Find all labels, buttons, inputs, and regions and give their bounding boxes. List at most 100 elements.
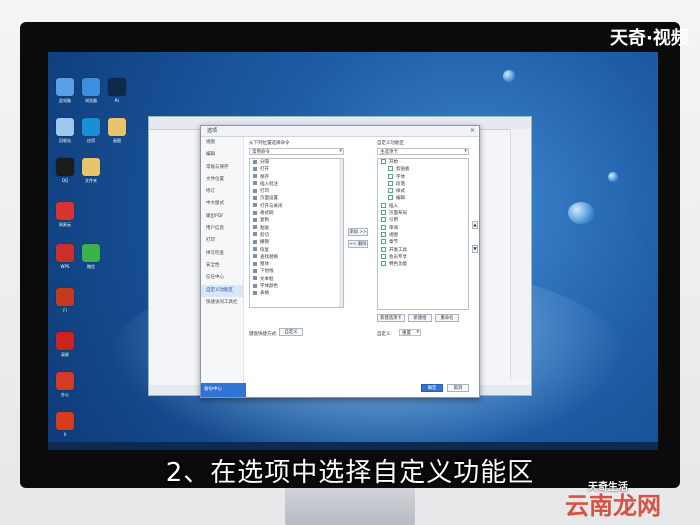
ribbon-tree-label: 引用: [389, 218, 398, 224]
desktop-icon-qq[interactable]: QQ: [52, 158, 78, 188]
desktop-icon-fl[interactable]: Fl: [52, 288, 78, 318]
reset-select[interactable]: 重置: [399, 329, 421, 336]
nav-item[interactable]: 修订: [201, 186, 243, 198]
ribbon-tree-item[interactable]: 会员专享: [378, 253, 468, 261]
command-list-item[interactable]: 文本框: [250, 276, 343, 283]
left-list-scrollbar[interactable]: [339, 159, 343, 307]
desktop-icon-recycle-bin[interactable]: 回收站: [52, 118, 78, 148]
desktop-icon-x[interactable]: X: [52, 412, 78, 442]
checkbox-icon[interactable]: [381, 253, 386, 259]
ribbon-tree-item[interactable]: 开始: [378, 159, 468, 166]
nav-item[interactable]: 编辑: [201, 149, 243, 161]
checkbox-icon[interactable]: [381, 239, 386, 245]
checkbox-icon[interactable]: [381, 246, 386, 252]
command-list-item[interactable]: 下划线: [250, 268, 343, 275]
dialog-title: 选项: [201, 126, 479, 137]
checkbox-icon[interactable]: [381, 202, 386, 208]
nav-item[interactable]: 安全性: [201, 260, 243, 272]
move-up-button[interactable]: ▲: [472, 221, 478, 229]
nav-item[interactable]: 拼写检查: [201, 248, 243, 260]
ribbon-tree-item[interactable]: 段落: [378, 180, 468, 188]
left-command-list[interactable]: 分隔 打开 保存 插入批注 打印 页面设置 打开与关闭 格式刷 复制 粘贴 剪切 撤销 恢复 查找替换 粗体…: [249, 158, 344, 308]
command-list-item[interactable]: 恢复: [250, 247, 343, 254]
desktop-icon-netease[interactable]: 网易云: [52, 202, 78, 232]
checkbox-icon[interactable]: [388, 173, 393, 179]
left-command-select[interactable]: 常用命令: [249, 148, 344, 155]
ribbon-tree-item[interactable]: 引用: [378, 217, 468, 224]
command-label: 打印: [260, 189, 269, 195]
nav-item[interactable]: 用户信息: [201, 223, 243, 235]
cancel-button[interactable]: 取消: [447, 384, 469, 392]
checkbox-icon[interactable]: [381, 210, 386, 216]
command-list-item[interactable]: 字体颜色: [250, 283, 343, 290]
backup-center-button[interactable]: 备份中心: [201, 383, 246, 397]
keyboard-customize-button[interactable]: 自定义: [279, 328, 303, 336]
ribbon-tree-item[interactable]: 编辑: [378, 195, 468, 202]
ribbon-tree-item[interactable]: 审阅: [378, 224, 468, 232]
command-list-item[interactable]: 打印: [250, 188, 343, 195]
checkbox-icon[interactable]: [388, 195, 393, 201]
right-tab-select[interactable]: 主选项卡: [377, 148, 469, 155]
nav-item[interactable]: 输出PDF: [201, 211, 243, 223]
ribbon-tree-item[interactable]: 开发工具: [378, 246, 468, 254]
command-list-item[interactable]: 插入批注: [250, 181, 343, 188]
nav-item[interactable]: 快速访问工具栏: [201, 297, 243, 309]
checkbox-icon[interactable]: [388, 188, 393, 194]
remove-button[interactable]: << 删除: [348, 240, 368, 248]
nav-item[interactable]: 自定义功能区: [201, 284, 243, 297]
ribbon-tree-item[interactable]: 样式: [378, 188, 468, 195]
checkbox-icon[interactable]: [388, 180, 393, 186]
writer-right-toolbar: [510, 129, 531, 379]
ribbon-tree-item[interactable]: 特色功能: [378, 261, 468, 268]
command-list-item[interactable]: 剪切: [250, 232, 343, 239]
checkbox-icon[interactable]: [381, 159, 386, 164]
checkbox-icon[interactable]: [381, 224, 386, 230]
new-tab-button[interactable]: 新建选项卡: [377, 314, 405, 322]
desktop-icon-office[interactable]: 办公: [52, 372, 78, 402]
command-list-item[interactable]: 格式刷: [250, 210, 343, 217]
ok-button[interactable]: 确定: [421, 384, 443, 392]
close-icon[interactable]: ✕: [470, 127, 475, 134]
command-list-item[interactable]: 页面设置: [250, 195, 343, 202]
ribbon-tree-item[interactable]: 章节: [378, 239, 468, 246]
command-list-item[interactable]: 粗体: [250, 261, 343, 268]
nav-item[interactable]: 文件位置: [201, 174, 243, 186]
command-list-item[interactable]: 表格: [250, 290, 343, 297]
ribbon-tree-item[interactable]: 页面布局: [378, 210, 468, 217]
command-list-item[interactable]: 查找替换: [250, 254, 343, 261]
command-list-item[interactable]: 粘贴: [250, 225, 343, 232]
desktop-icon-wechat[interactable]: 微信: [78, 244, 104, 274]
command-list-item[interactable]: 打开: [250, 166, 343, 173]
desktop-icon-recorder[interactable]: 录屏: [52, 332, 78, 362]
command-list-item[interactable]: 分隔: [250, 159, 343, 166]
desktop-icon-paint[interactable]: 画图: [104, 118, 130, 148]
command-list-item[interactable]: 复制: [250, 217, 343, 224]
ribbon-tree-item[interactable]: 插入: [378, 202, 468, 210]
move-down-button[interactable]: ▼: [472, 245, 478, 253]
desktop-icon-photoshop[interactable]: Ps: [104, 78, 130, 108]
ribbon-tree-item[interactable]: 剪贴板: [378, 166, 468, 173]
checkbox-icon[interactable]: [381, 217, 386, 223]
desktop-icon-this-pc[interactable]: 此电脑: [52, 78, 78, 108]
command-list-item[interactable]: 撤销: [250, 239, 343, 246]
nav-item[interactable]: 视图: [201, 137, 243, 149]
desktop-icon-folder[interactable]: 文件夹: [78, 158, 104, 188]
command-list-item[interactable]: 打开与关闭: [250, 203, 343, 210]
desktop-icon-app[interactable]: 应用: [78, 118, 104, 148]
new-group-button[interactable]: 新建组: [408, 314, 432, 322]
checkbox-icon[interactable]: [388, 166, 393, 172]
rename-button[interactable]: 重命名: [435, 314, 459, 322]
right-ribbon-tree[interactable]: 开始 剪贴板 字体 段落 样式 编辑 插入 页面布局 引用 审阅 视图 章节 开发工具 会员专享 特色功能: [377, 158, 469, 310]
nav-item[interactable]: 打印: [201, 235, 243, 247]
desktop-icon-wps[interactable]: WPS: [52, 244, 78, 274]
ribbon-tree-item[interactable]: 字体: [378, 173, 468, 181]
nav-item[interactable]: 常规与保存: [201, 162, 243, 174]
nav-item[interactable]: 信任中心: [201, 272, 243, 284]
ribbon-tree-item[interactable]: 视图: [378, 231, 468, 239]
checkbox-icon[interactable]: [381, 261, 386, 267]
desktop-icon-browser[interactable]: 浏览器: [78, 78, 104, 108]
checkbox-icon[interactable]: [381, 231, 386, 237]
command-list-item[interactable]: 保存: [250, 174, 343, 181]
nav-item[interactable]: 中文版式: [201, 198, 243, 210]
add-button[interactable]: 添加 >>: [348, 228, 368, 236]
